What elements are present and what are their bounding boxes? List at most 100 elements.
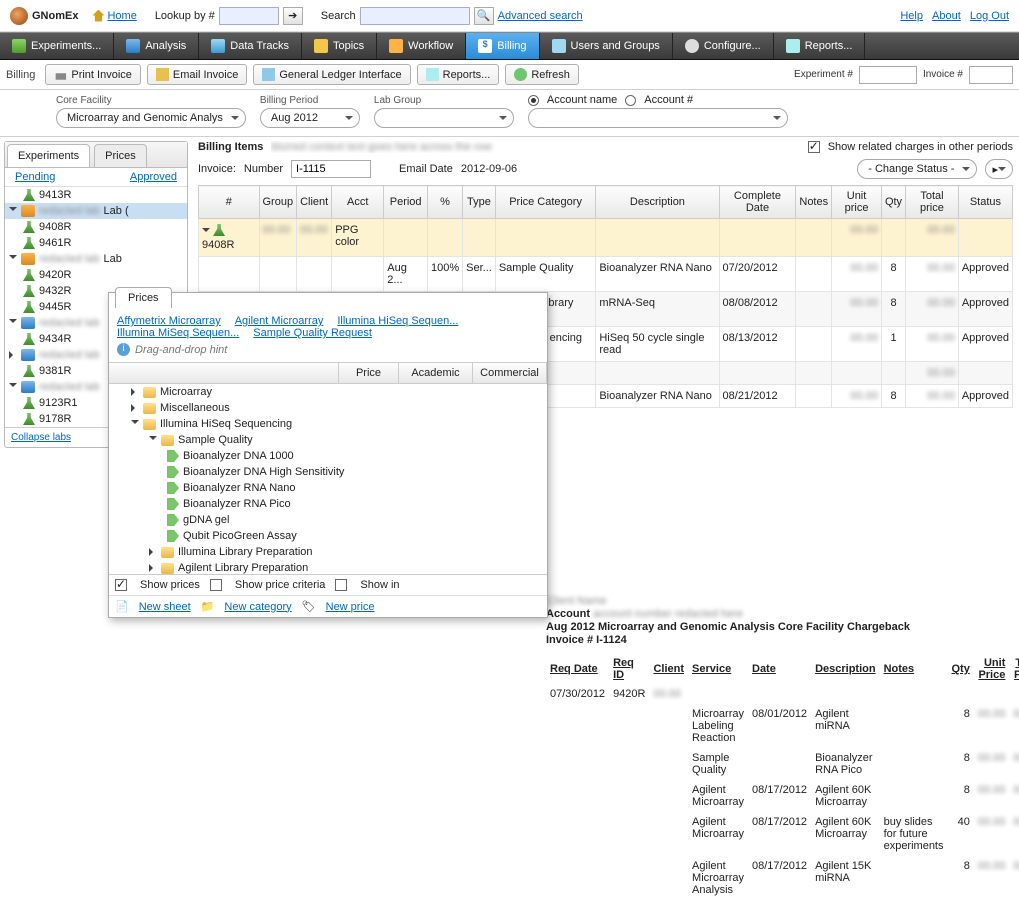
experiment-node[interactable]: 9408R: [5, 219, 187, 235]
lab-node[interactable]: redacted lab Lab: [5, 251, 187, 267]
price-category-node[interactable]: Agilent Library Preparation: [109, 560, 547, 574]
new-category-icon: 📁: [201, 600, 215, 613]
price-item-node[interactable]: Qubit PicoGreen Assay: [109, 528, 547, 544]
search-input[interactable]: [360, 7, 470, 25]
grid-header[interactable]: %: [428, 186, 463, 219]
grid-header[interactable]: Type: [463, 186, 496, 219]
nav-topics[interactable]: Topics: [302, 33, 377, 59]
prices-tab[interactable]: Prices: [115, 287, 172, 308]
grid-header[interactable]: #: [199, 186, 260, 219]
price-sheet-link[interactable]: Agilent Microarray: [235, 315, 324, 327]
grid-header[interactable]: Client: [297, 186, 332, 219]
home-link[interactable]: Home: [92, 10, 136, 22]
price-item-node[interactable]: Bioanalyzer DNA High Sensitivity: [109, 464, 547, 480]
billing-row[interactable]: Aug 2...100%Ser...Sample QualityBioanaly…: [199, 257, 1013, 292]
nav-billing[interactable]: $Billing: [466, 33, 539, 59]
experiment-node[interactable]: 9461R: [5, 235, 187, 251]
flask-icon: [23, 365, 35, 377]
about-link[interactable]: About: [932, 10, 961, 22]
price-category-node[interactable]: Miscellaneous: [109, 400, 547, 416]
reports-button[interactable]: Reports...: [417, 64, 500, 85]
status-action-button[interactable]: ▸: [985, 159, 1013, 179]
new-price-link[interactable]: New price: [326, 601, 375, 613]
experiment-node[interactable]: 9420R: [5, 267, 187, 283]
nav-users-groups[interactable]: Users and Groups: [540, 33, 673, 59]
help-link[interactable]: Help: [900, 10, 923, 22]
grid-header[interactable]: Period: [384, 186, 428, 219]
advanced-search-link[interactable]: Advanced search: [498, 10, 583, 22]
price-item-node[interactable]: Bioanalyzer DNA 1000: [109, 448, 547, 464]
price-item-node[interactable]: Bioanalyzer RNA Nano: [109, 480, 547, 496]
show-prices-checkbox[interactable]: [115, 579, 127, 591]
tab-experiments[interactable]: Experiments: [7, 144, 90, 167]
nav-analysis[interactable]: Analysis: [114, 33, 199, 59]
print-invoice-button[interactable]: Print Invoice: [45, 64, 141, 85]
price-category-node[interactable]: Illumina HiSeq Sequencing: [109, 416, 547, 432]
grid-header[interactable]: Notes: [796, 186, 832, 219]
account-num-radio[interactable]: [625, 95, 636, 106]
price-item-node[interactable]: gDNA gel: [109, 512, 547, 528]
lookup-input[interactable]: [219, 7, 279, 25]
flask-icon: [23, 269, 35, 281]
ledger-icon: [262, 68, 275, 81]
experiment-num-input[interactable]: [859, 66, 917, 84]
show-criteria-checkbox[interactable]: [210, 579, 222, 591]
pending-link[interactable]: Pending: [15, 171, 55, 183]
nav-configure[interactable]: Configure...: [673, 33, 774, 59]
grid-header[interactable]: Description: [596, 186, 719, 219]
nav-data-tracks[interactable]: Data Tracks: [199, 33, 302, 59]
account-combo[interactable]: [528, 108, 788, 128]
folder-icon: [143, 403, 156, 414]
approved-link[interactable]: Approved: [130, 171, 177, 183]
account-name-radio[interactable]: [528, 95, 539, 106]
search-button[interactable]: 🔍: [474, 7, 494, 25]
grid-header[interactable]: Status: [958, 186, 1012, 219]
invoice-number-input[interactable]: [291, 160, 371, 178]
col-academic: Academic: [399, 363, 473, 383]
billing-row[interactable]: 9408R00.0000.00PPG color00.0000.00: [199, 219, 1013, 257]
gl-interface-button[interactable]: General Ledger Interface: [253, 64, 410, 85]
grid-header[interactable]: Acct: [332, 186, 384, 219]
price-item-node[interactable]: Bioanalyzer RNA Pico: [109, 496, 547, 512]
price-icon: [167, 514, 179, 526]
show-in-checkbox[interactable]: [335, 579, 347, 591]
nav-experiments[interactable]: Experiments...: [0, 33, 114, 59]
grid-header[interactable]: Group: [259, 186, 297, 219]
refresh-button[interactable]: Refresh: [505, 64, 579, 85]
grid-header[interactable]: Total price: [906, 186, 959, 219]
lab-group-combo[interactable]: [374, 108, 514, 128]
price-tree[interactable]: MicroarrayMiscellaneousIllumina HiSeq Se…: [109, 384, 547, 574]
grid-header[interactable]: Unit price: [832, 186, 882, 219]
logout-link[interactable]: Log Out: [970, 10, 1009, 22]
new-category-link[interactable]: New category: [224, 601, 291, 613]
grid-header[interactable]: Price Category: [495, 186, 595, 219]
tab-prices[interactable]: Prices: [94, 144, 147, 167]
email-invoice-button[interactable]: Email Invoice: [147, 64, 247, 85]
grid-header[interactable]: Complete Date: [719, 186, 796, 219]
price-sheet-link[interactable]: Sample Quality Request: [253, 327, 372, 339]
invoice-header: Req ID: [609, 654, 649, 684]
nav-reports[interactable]: Reports...: [774, 33, 866, 59]
caret-icon: [131, 404, 139, 412]
new-sheet-link[interactable]: New sheet: [139, 601, 191, 613]
grid-header[interactable]: Qty: [881, 186, 905, 219]
price-sheet-link[interactable]: Affymetrix Microarray: [117, 315, 221, 327]
price-sheet-link[interactable]: Illumina HiSeq Sequen...: [337, 315, 458, 327]
price-category-node[interactable]: Microarray: [109, 384, 547, 400]
nav-workflow[interactable]: Workflow: [377, 33, 466, 59]
app-logo: GNomEx: [10, 7, 78, 25]
core-facility-combo[interactable]: Microarray and Genomic Analys: [56, 108, 246, 128]
show-related-checkbox[interactable]: [808, 141, 820, 153]
lookup-go-button[interactable]: ➔: [283, 7, 303, 25]
billing-period-combo[interactable]: Aug 2012: [260, 108, 360, 128]
refresh-icon: [514, 68, 527, 81]
invoice-num-input[interactable]: [969, 66, 1013, 84]
price-sheet-link[interactable]: Illumina MiSeq Sequen...: [117, 327, 239, 339]
change-status-combo[interactable]: - Change Status -: [857, 159, 977, 179]
lab-node[interactable]: redacted lab Lab (: [5, 203, 187, 219]
experiment-node[interactable]: 9413R: [5, 187, 187, 203]
invoice-table: Req DateReq IDClientServiceDateDescripti…: [546, 654, 1019, 900]
price-category-node[interactable]: Illumina Library Preparation: [109, 544, 547, 560]
price-category-node[interactable]: Sample Quality: [109, 432, 547, 448]
caret-icon: [9, 255, 17, 263]
